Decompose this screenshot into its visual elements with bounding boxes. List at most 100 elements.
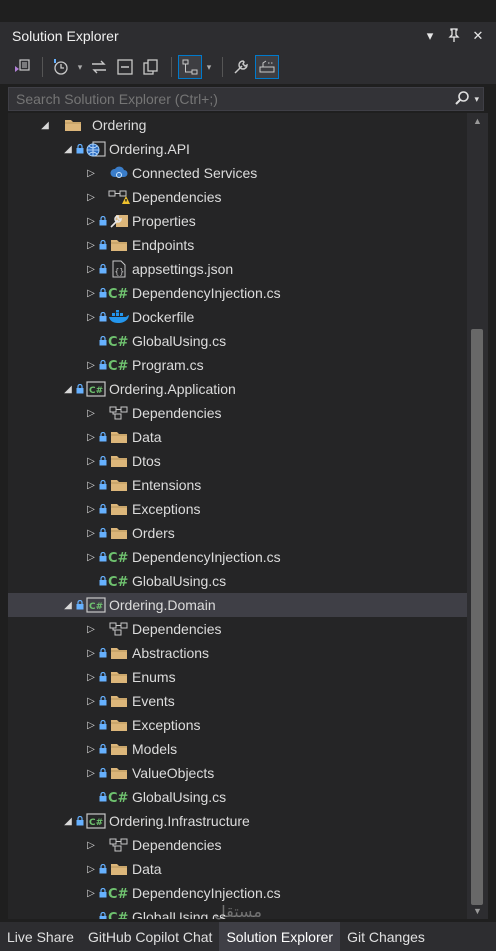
tree-item-properties[interactable]: ▷ Properties bbox=[8, 209, 467, 233]
collapsed-arrow-icon[interactable]: ▷ bbox=[85, 665, 97, 689]
view-dropdown-icon[interactable]: ▾ bbox=[204, 55, 214, 79]
tree-item-exceptions[interactable]: ▷ Exceptions bbox=[8, 713, 467, 737]
expanded-arrow-icon[interactable]: ◢ bbox=[39, 113, 51, 137]
tree-item-globalusing-cs[interactable]: C# GlobalUsing.cs bbox=[8, 905, 467, 919]
search-options-dropdown-icon[interactable]: ▾ bbox=[474, 94, 479, 105]
tree-item-dtos[interactable]: ▷ Dtos bbox=[8, 449, 467, 473]
expanded-arrow-icon[interactable]: ◢ bbox=[62, 137, 74, 161]
tree-item-exceptions[interactable]: ▷ Exceptions bbox=[8, 497, 467, 521]
collapsed-arrow-icon[interactable]: ▷ bbox=[85, 353, 97, 377]
tree-item-dependencies[interactable]: ▷ Dependencies bbox=[8, 833, 467, 857]
collapse-all-button[interactable] bbox=[113, 55, 137, 79]
tree-item-data[interactable]: ▷ Data bbox=[8, 425, 467, 449]
tree-item-abstractions[interactable]: ▷ Abstractions bbox=[8, 641, 467, 665]
tree-item-ordering[interactable]: ◢ Ordering bbox=[8, 113, 467, 137]
svg-text:C#: C# bbox=[89, 818, 103, 828]
folder-icon bbox=[108, 521, 130, 545]
tree-item-appsettings-json[interactable]: ▷ {} appsettings.json bbox=[8, 257, 467, 281]
tree-item-events[interactable]: ▷ Events bbox=[8, 689, 467, 713]
collapsed-arrow-icon[interactable]: ▷ bbox=[85, 185, 97, 209]
tree-item-dependencies[interactable]: ▷ Dependencies bbox=[8, 185, 467, 209]
tree-item-globalusing-cs[interactable]: C# GlobalUsing.cs bbox=[8, 785, 467, 809]
tree-item-dependencyinjection-cs[interactable]: ▷ C# DependencyInjection.cs bbox=[8, 281, 467, 305]
collapsed-arrow-icon[interactable]: ▷ bbox=[85, 281, 97, 305]
collapsed-arrow-icon[interactable]: ▷ bbox=[85, 737, 97, 761]
close-icon[interactable]: ✕ bbox=[470, 28, 486, 45]
tree-item-label: Dependencies bbox=[132, 621, 222, 637]
search-box[interactable]: ▾ bbox=[8, 87, 484, 111]
properties-button[interactable] bbox=[229, 55, 253, 79]
tab-solution-explorer[interactable]: Solution Explorer bbox=[219, 922, 341, 951]
collapsed-arrow-icon[interactable]: ▷ bbox=[85, 857, 97, 881]
search-input[interactable] bbox=[9, 90, 455, 108]
switch-views-button[interactable] bbox=[10, 55, 34, 79]
tree-item-label: Orders bbox=[132, 525, 175, 541]
collapsed-arrow-icon[interactable]: ▷ bbox=[85, 617, 97, 641]
pending-changes-filter-button[interactable] bbox=[49, 55, 73, 79]
tree-item-ordering-infrastructure[interactable]: ◢ C# Ordering.Infrastructure bbox=[8, 809, 467, 833]
collapsed-arrow-icon[interactable]: ▷ bbox=[85, 761, 97, 785]
expanded-arrow-icon[interactable]: ◢ bbox=[62, 593, 74, 617]
tab-live-share[interactable]: Live Share bbox=[0, 922, 81, 951]
tree-item-entensions[interactable]: ▷ Entensions bbox=[8, 473, 467, 497]
tree-item-dependencyinjection-cs[interactable]: ▷ C# DependencyInjection.cs bbox=[8, 545, 467, 569]
search-icon[interactable] bbox=[454, 90, 470, 109]
tree-item-enums[interactable]: ▷ Enums bbox=[8, 665, 467, 689]
tree-item-program-cs[interactable]: ▷ C# Program.cs bbox=[8, 353, 467, 377]
collapsed-arrow-icon[interactable]: ▷ bbox=[85, 209, 97, 233]
collapsed-arrow-icon[interactable]: ▷ bbox=[85, 449, 97, 473]
tree-item-dependencyinjection-cs[interactable]: ▷ C# DependencyInjection.cs bbox=[8, 881, 467, 905]
tree-item-dependencies[interactable]: ▷ Dependencies bbox=[8, 617, 467, 641]
tree-item-dockerfile[interactable]: ▷ Dockerfile bbox=[8, 305, 467, 329]
tree-item-models[interactable]: ▷ Models bbox=[8, 737, 467, 761]
pin-icon[interactable] bbox=[446, 27, 462, 45]
show-all-files-button[interactable] bbox=[139, 55, 163, 79]
collapsed-arrow-icon[interactable]: ▷ bbox=[85, 713, 97, 737]
preview-selected-items-button[interactable] bbox=[178, 55, 202, 79]
collapsed-arrow-icon[interactable]: ▷ bbox=[85, 545, 97, 569]
tree-item-label: Abstractions bbox=[132, 645, 210, 661]
csharp-icon: C# bbox=[108, 785, 130, 809]
collapsed-arrow-icon[interactable]: ▷ bbox=[85, 425, 97, 449]
collapsed-arrow-icon[interactable]: ▷ bbox=[85, 401, 97, 425]
collapsed-arrow-icon[interactable]: ▷ bbox=[85, 521, 97, 545]
scroll-down-arrow-icon[interactable]: ▼ bbox=[467, 906, 488, 916]
filter-dropdown-icon[interactable]: ▾ bbox=[75, 55, 85, 79]
tree-item-label: Data bbox=[132, 429, 162, 445]
tree-item-valueobjects[interactable]: ▷ ValueObjects bbox=[8, 761, 467, 785]
tree-item-endpoints[interactable]: ▷ Endpoints bbox=[8, 233, 467, 257]
collapsed-arrow-icon[interactable]: ▷ bbox=[85, 257, 97, 281]
tree-item-data[interactable]: ▷ Data bbox=[8, 857, 467, 881]
collapsed-arrow-icon[interactable]: ▷ bbox=[85, 305, 97, 329]
preview-button[interactable] bbox=[255, 55, 279, 79]
tab-git-changes[interactable]: Git Changes bbox=[340, 922, 432, 951]
tree-item-globalusing-cs[interactable]: C# GlobalUsing.cs bbox=[8, 569, 467, 593]
tree-item-ordering-domain[interactable]: ◢ C# Ordering.Domain bbox=[8, 593, 467, 617]
tree-item-connected-services[interactable]: ▷ Connected Services bbox=[8, 161, 467, 185]
collapsed-arrow-icon[interactable]: ▷ bbox=[85, 497, 97, 521]
collapsed-arrow-icon[interactable]: ▷ bbox=[85, 641, 97, 665]
collapsed-arrow-icon[interactable]: ▷ bbox=[85, 473, 97, 497]
scrollbar-thumb[interactable] bbox=[471, 329, 483, 905]
collapsed-arrow-icon[interactable]: ▷ bbox=[85, 233, 97, 257]
expanded-arrow-icon[interactable]: ◢ bbox=[62, 809, 74, 833]
vertical-scrollbar[interactable]: ▲ ▼ bbox=[467, 113, 488, 919]
csharp-project-icon: C# bbox=[85, 593, 107, 617]
tree-item-ordering-application[interactable]: ◢ C# Ordering.Application bbox=[8, 377, 467, 401]
toolbar-separator bbox=[222, 57, 223, 77]
tree-item-label: Dependencies bbox=[132, 405, 222, 421]
tree-item-ordering-api[interactable]: ◢ Ordering.API bbox=[8, 137, 467, 161]
collapsed-arrow-icon[interactable]: ▷ bbox=[85, 833, 97, 857]
tree-item-dependencies[interactable]: ▷ Dependencies bbox=[8, 401, 467, 425]
sync-with-active-document-button[interactable] bbox=[87, 55, 111, 79]
collapsed-arrow-icon[interactable]: ▷ bbox=[85, 689, 97, 713]
collapsed-arrow-icon[interactable]: ▷ bbox=[85, 161, 97, 185]
tree-item-orders[interactable]: ▷ Orders bbox=[8, 521, 467, 545]
collapsed-arrow-icon[interactable]: ▷ bbox=[85, 881, 97, 905]
scroll-up-arrow-icon[interactable]: ▲ bbox=[467, 116, 488, 126]
expanded-arrow-icon[interactable]: ◢ bbox=[62, 377, 74, 401]
tree-item-globalusing-cs[interactable]: C# GlobalUsing.cs bbox=[8, 329, 467, 353]
window-position-dropdown-icon[interactable]: ▾ bbox=[422, 28, 438, 45]
tab-github-copilot-chat[interactable]: GitHub Copilot Chat bbox=[81, 922, 220, 951]
tree-item-label: GlobalUsing.cs bbox=[132, 573, 227, 589]
